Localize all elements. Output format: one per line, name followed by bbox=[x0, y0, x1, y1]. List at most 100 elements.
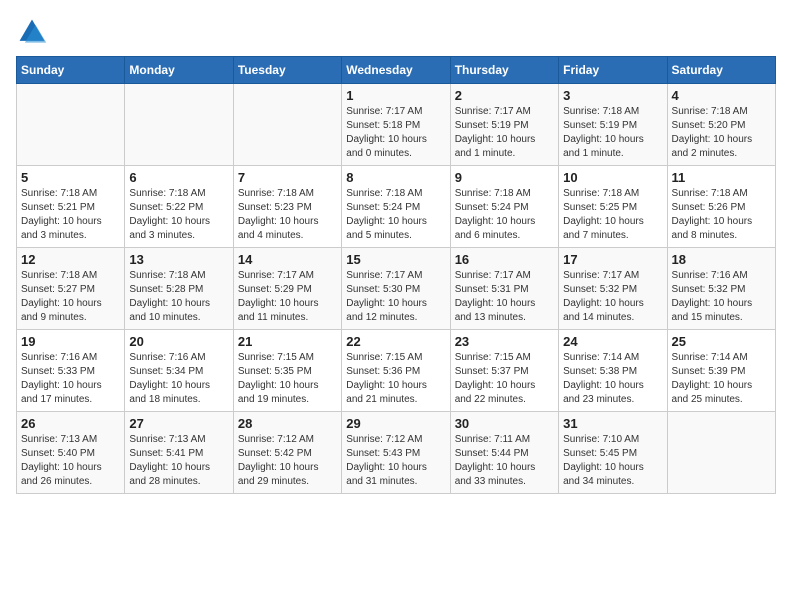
day-number: 25 bbox=[672, 334, 771, 349]
calendar-day-cell: 25Sunrise: 7:14 AM Sunset: 5:39 PM Dayli… bbox=[667, 330, 775, 412]
day-info: Sunrise: 7:18 AM Sunset: 5:24 PM Dayligh… bbox=[346, 187, 445, 243]
day-info: Sunrise: 7:12 AM Sunset: 5:42 PM Dayligh… bbox=[238, 433, 337, 489]
day-number: 9 bbox=[455, 170, 554, 185]
calendar-day-cell: 11 Sunrise: 7:18 AM Sunset: 5:26 PM Dayli… bbox=[667, 166, 775, 248]
calendar-week-row: 26 Sunrise: 7:13 AM Sunset: 5:40 PM Dayli… bbox=[17, 412, 776, 494]
day-info: Sunrise: 7:17 AM Sunset: 5:19 PM Dayligh… bbox=[455, 105, 554, 161]
calendar-day-cell: 9 Sunrise: 7:18 AM Sunset: 5:24 PM Daylig… bbox=[450, 166, 558, 248]
calendar-day-cell: 8 Sunrise: 7:18 AM Sunset: 5:24 PM Daylig… bbox=[342, 166, 450, 248]
day-info: Sunrise: 7:17 AM Sunset: 5:18 PM Dayligh… bbox=[346, 105, 445, 161]
day-info: Sunrise: 7:16 AM Sunset: 5:34 PM Dayligh… bbox=[129, 351, 228, 407]
day-number: 31 bbox=[563, 416, 662, 431]
day-info: Sunrise: 7:18 AM Sunset: 5:28 PM Dayligh… bbox=[129, 269, 228, 325]
calendar-day-cell: 29 Sunrise: 7:12 AM Sunset: 5:43 PM Dayli… bbox=[342, 412, 450, 494]
day-info: Sunrise: 7:12 AM Sunset: 5:43 PM Dayligh… bbox=[346, 433, 445, 489]
day-number: 22 bbox=[346, 334, 445, 349]
day-info: Sunrise: 7:17 AM Sunset: 5:32 PM Dayligh… bbox=[563, 269, 662, 325]
day-info: Sunrise: 7:18 AM Sunset: 5:23 PM Dayligh… bbox=[238, 187, 337, 243]
day-info: Sunrise: 7:18 AM Sunset: 5:27 PM Dayligh… bbox=[21, 269, 120, 325]
calendar-day-cell: 16 Sunrise: 7:17 AM Sunset: 5:31 PM Dayli… bbox=[450, 248, 558, 330]
day-number: 17 bbox=[563, 252, 662, 267]
day-number: 19 bbox=[21, 334, 120, 349]
day-info: Sunrise: 7:14 AM Sunset: 5:38 PM Dayligh… bbox=[563, 351, 662, 407]
day-number: 20 bbox=[129, 334, 228, 349]
day-number: 18 bbox=[672, 252, 771, 267]
day-info: Sunrise: 7:18 AM Sunset: 5:20 PM Dayligh… bbox=[672, 105, 771, 161]
weekday-header: Monday bbox=[125, 57, 233, 84]
calendar-week-row: 12 Sunrise: 7:18 AM Sunset: 5:27 PM Dayli… bbox=[17, 248, 776, 330]
weekday-header: Wednesday bbox=[342, 57, 450, 84]
day-info: Sunrise: 7:15 AM Sunset: 5:35 PM Dayligh… bbox=[238, 351, 337, 407]
day-info: Sunrise: 7:17 AM Sunset: 5:29 PM Dayligh… bbox=[238, 269, 337, 325]
calendar-day-cell: 1Sunrise: 7:17 AM Sunset: 5:18 PM Daylig… bbox=[342, 84, 450, 166]
calendar-day-cell: 19 Sunrise: 7:16 AM Sunset: 5:33 PM Dayli… bbox=[17, 330, 125, 412]
day-info: Sunrise: 7:18 AM Sunset: 5:22 PM Dayligh… bbox=[129, 187, 228, 243]
day-number: 15 bbox=[346, 252, 445, 267]
day-number: 16 bbox=[455, 252, 554, 267]
day-number: 21 bbox=[238, 334, 337, 349]
calendar-day-cell: 10Sunrise: 7:18 AM Sunset: 5:25 PM Dayli… bbox=[559, 166, 667, 248]
day-info: Sunrise: 7:11 AM Sunset: 5:44 PM Dayligh… bbox=[455, 433, 554, 489]
calendar-week-row: 5Sunrise: 7:18 AM Sunset: 5:21 PM Daylig… bbox=[17, 166, 776, 248]
calendar-day-cell: 4 Sunrise: 7:18 AM Sunset: 5:20 PM Daylig… bbox=[667, 84, 775, 166]
calendar-day-cell: 5Sunrise: 7:18 AM Sunset: 5:21 PM Daylig… bbox=[17, 166, 125, 248]
weekday-header: Thursday bbox=[450, 57, 558, 84]
weekday-header: Sunday bbox=[17, 57, 125, 84]
day-info: Sunrise: 7:13 AM Sunset: 5:40 PM Dayligh… bbox=[21, 433, 120, 489]
day-number: 29 bbox=[346, 416, 445, 431]
day-info: Sunrise: 7:18 AM Sunset: 5:26 PM Dayligh… bbox=[672, 187, 771, 243]
calendar-day-cell bbox=[233, 84, 341, 166]
day-number: 28 bbox=[238, 416, 337, 431]
calendar-day-cell: 18 Sunrise: 7:16 AM Sunset: 5:32 PM Dayli… bbox=[667, 248, 775, 330]
day-info: Sunrise: 7:18 AM Sunset: 5:24 PM Dayligh… bbox=[455, 187, 554, 243]
calendar-week-row: 1Sunrise: 7:17 AM Sunset: 5:18 PM Daylig… bbox=[17, 84, 776, 166]
day-info: Sunrise: 7:16 AM Sunset: 5:32 PM Dayligh… bbox=[672, 269, 771, 325]
day-info: Sunrise: 7:17 AM Sunset: 5:31 PM Dayligh… bbox=[455, 269, 554, 325]
day-info: Sunrise: 7:13 AM Sunset: 5:41 PM Dayligh… bbox=[129, 433, 228, 489]
weekday-header: Saturday bbox=[667, 57, 775, 84]
weekday-header: Friday bbox=[559, 57, 667, 84]
calendar-day-cell: 20 Sunrise: 7:16 AM Sunset: 5:34 PM Dayli… bbox=[125, 330, 233, 412]
calendar-day-cell: 17 Sunrise: 7:17 AM Sunset: 5:32 PM Dayli… bbox=[559, 248, 667, 330]
calendar-day-cell: 28 Sunrise: 7:12 AM Sunset: 5:42 PM Dayli… bbox=[233, 412, 341, 494]
calendar-day-cell: 2 Sunrise: 7:17 AM Sunset: 5:19 PM Daylig… bbox=[450, 84, 558, 166]
calendar-day-cell: 30 Sunrise: 7:11 AM Sunset: 5:44 PM Dayli… bbox=[450, 412, 558, 494]
day-number: 11 bbox=[672, 170, 771, 185]
day-number: 5 bbox=[21, 170, 120, 185]
day-info: Sunrise: 7:15 AM Sunset: 5:37 PM Dayligh… bbox=[455, 351, 554, 407]
calendar-day-cell: 14Sunrise: 7:17 AM Sunset: 5:29 PM Dayli… bbox=[233, 248, 341, 330]
day-number: 12 bbox=[21, 252, 120, 267]
calendar-day-cell: 13 Sunrise: 7:18 AM Sunset: 5:28 PM Dayli… bbox=[125, 248, 233, 330]
day-info: Sunrise: 7:10 AM Sunset: 5:45 PM Dayligh… bbox=[563, 433, 662, 489]
day-info: Sunrise: 7:16 AM Sunset: 5:33 PM Dayligh… bbox=[21, 351, 120, 407]
day-number: 3 bbox=[563, 88, 662, 103]
weekday-header-row: SundayMondayTuesdayWednesdayThursdayFrid… bbox=[17, 57, 776, 84]
calendar-day-cell bbox=[17, 84, 125, 166]
day-number: 30 bbox=[455, 416, 554, 431]
day-number: 7 bbox=[238, 170, 337, 185]
calendar-day-cell: 12 Sunrise: 7:18 AM Sunset: 5:27 PM Dayli… bbox=[17, 248, 125, 330]
day-number: 13 bbox=[129, 252, 228, 267]
day-info: Sunrise: 7:18 AM Sunset: 5:19 PM Dayligh… bbox=[563, 105, 662, 161]
calendar-day-cell bbox=[125, 84, 233, 166]
calendar-day-cell: 3 Sunrise: 7:18 AM Sunset: 5:19 PM Daylig… bbox=[559, 84, 667, 166]
day-number: 26 bbox=[21, 416, 120, 431]
day-info: Sunrise: 7:18 AM Sunset: 5:25 PM Dayligh… bbox=[563, 187, 662, 243]
day-number: 23 bbox=[455, 334, 554, 349]
day-number: 6 bbox=[129, 170, 228, 185]
day-number: 27 bbox=[129, 416, 228, 431]
day-number: 24 bbox=[563, 334, 662, 349]
calendar-day-cell: 15Sunrise: 7:17 AM Sunset: 5:30 PM Dayli… bbox=[342, 248, 450, 330]
day-number: 4 bbox=[672, 88, 771, 103]
page-header bbox=[16, 16, 776, 48]
calendar-day-cell: 23 Sunrise: 7:15 AM Sunset: 5:37 PM Dayli… bbox=[450, 330, 558, 412]
calendar-day-cell: 22Sunrise: 7:15 AM Sunset: 5:36 PM Dayli… bbox=[342, 330, 450, 412]
day-number: 8 bbox=[346, 170, 445, 185]
calendar-week-row: 19 Sunrise: 7:16 AM Sunset: 5:33 PM Dayli… bbox=[17, 330, 776, 412]
calendar-day-cell: 26 Sunrise: 7:13 AM Sunset: 5:40 PM Dayli… bbox=[17, 412, 125, 494]
logo-icon bbox=[16, 16, 48, 48]
day-number: 2 bbox=[455, 88, 554, 103]
calendar-day-cell: 31 Sunrise: 7:10 AM Sunset: 5:45 PM Dayli… bbox=[559, 412, 667, 494]
calendar-day-cell bbox=[667, 412, 775, 494]
calendar-day-cell: 27 Sunrise: 7:13 AM Sunset: 5:41 PM Dayli… bbox=[125, 412, 233, 494]
